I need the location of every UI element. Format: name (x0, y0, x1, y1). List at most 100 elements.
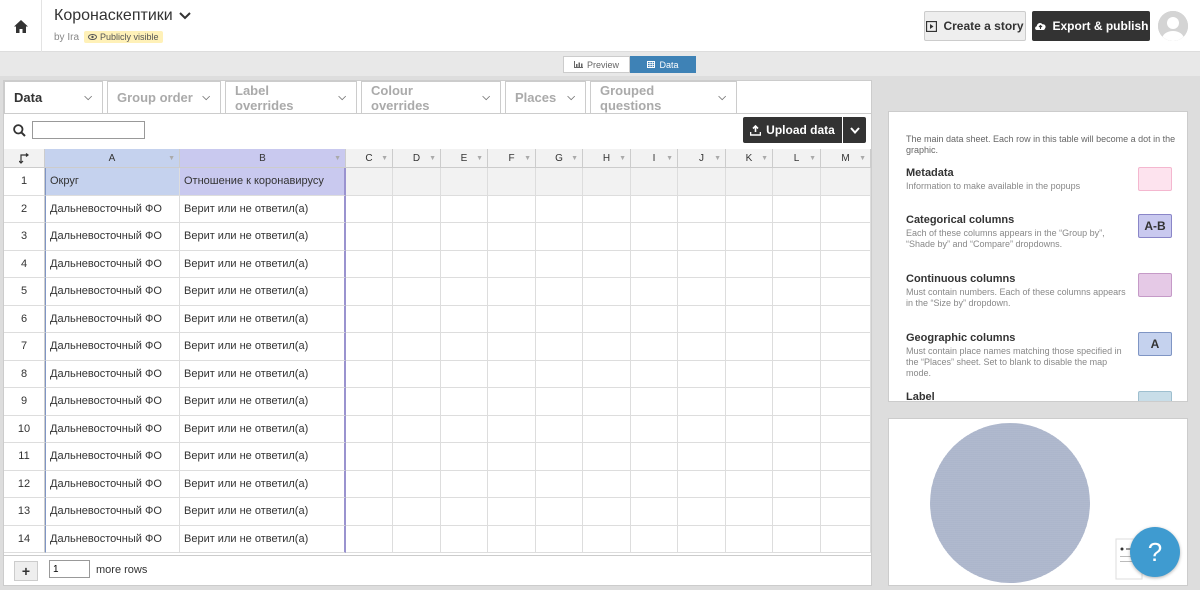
row-number[interactable]: 8 (4, 360, 45, 388)
cell-a[interactable]: Дальневосточный ФО (45, 443, 180, 471)
cell-empty[interactable] (773, 223, 821, 251)
cell-empty[interactable] (488, 195, 536, 223)
preview-toggle-button[interactable]: Preview (563, 56, 630, 73)
cell-empty[interactable] (536, 250, 583, 278)
cell-b[interactable]: Верит или не ответил(а) (180, 525, 346, 553)
cell-b[interactable]: Верит или не ответил(а) (180, 195, 346, 223)
cell-empty[interactable] (441, 388, 488, 416)
cell-empty[interactable] (536, 360, 583, 388)
cell-a[interactable]: Дальневосточный ФО (45, 498, 180, 526)
cell-empty[interactable] (583, 168, 631, 196)
cell-empty[interactable] (631, 305, 678, 333)
cell-empty[interactable] (821, 250, 871, 278)
cell-b[interactable]: Верит или не ответил(а) (180, 333, 346, 361)
cell-empty[interactable] (441, 415, 488, 443)
cell-empty[interactable] (678, 388, 726, 416)
chevron-down-icon[interactable]: ▼ (859, 155, 866, 162)
cell-empty[interactable] (726, 443, 773, 471)
cell-empty[interactable] (631, 443, 678, 471)
cell-empty[interactable] (773, 415, 821, 443)
cell-empty[interactable] (821, 470, 871, 498)
cell-empty[interactable] (678, 168, 726, 196)
row-number[interactable]: 4 (4, 250, 45, 278)
cell-b[interactable]: Верит или не ответил(а) (180, 443, 346, 471)
cell-empty[interactable] (536, 195, 583, 223)
cell-empty[interactable] (346, 470, 393, 498)
chevron-down-icon[interactable]: ▼ (714, 155, 721, 162)
column-header-b[interactable]: B ▼ (180, 149, 346, 168)
cell-empty[interactable] (678, 333, 726, 361)
cell-empty[interactable] (821, 525, 871, 553)
chevron-down-icon[interactable]: ▼ (666, 155, 673, 162)
cell-empty[interactable] (346, 278, 393, 306)
cell-empty[interactable] (346, 168, 393, 196)
cell-empty[interactable] (536, 388, 583, 416)
cell-empty[interactable] (678, 360, 726, 388)
cell-b[interactable]: Отношение к коронавирусу (180, 168, 346, 196)
row-number[interactable]: 9 (4, 388, 45, 416)
cell-empty[interactable] (536, 333, 583, 361)
cell-empty[interactable] (821, 278, 871, 306)
help-button[interactable]: ? (1130, 527, 1180, 577)
cell-empty[interactable] (346, 305, 393, 333)
cell-empty[interactable] (631, 195, 678, 223)
cell-empty[interactable] (726, 250, 773, 278)
cell-a[interactable]: Округ (45, 168, 180, 196)
cell-empty[interactable] (821, 333, 871, 361)
cell-a[interactable]: Дальневосточный ФО (45, 415, 180, 443)
row-number[interactable]: 13 (4, 498, 45, 526)
cell-empty[interactable] (441, 195, 488, 223)
row-number[interactable]: 11 (4, 443, 45, 471)
cell-a[interactable]: Дальневосточный ФО (45, 333, 180, 361)
cell-empty[interactable] (346, 333, 393, 361)
cell-empty[interactable] (678, 498, 726, 526)
cell-empty[interactable] (631, 525, 678, 553)
cell-empty[interactable] (393, 498, 441, 526)
export-publish-button[interactable]: Export & publish (1032, 11, 1150, 41)
row-number[interactable]: 7 (4, 333, 45, 361)
column-header-f[interactable]: F ▼ (488, 149, 536, 168)
row-number[interactable]: 3 (4, 223, 45, 251)
add-rows-button[interactable]: + (14, 561, 38, 581)
cell-empty[interactable] (583, 498, 631, 526)
cell-empty[interactable] (821, 168, 871, 196)
row-number[interactable]: 6 (4, 305, 45, 333)
column-header-l[interactable]: L ▼ (773, 149, 821, 168)
cell-empty[interactable] (773, 195, 821, 223)
cell-empty[interactable] (346, 360, 393, 388)
cell-empty[interactable] (583, 415, 631, 443)
column-header-h[interactable]: H ▼ (583, 149, 631, 168)
search-input[interactable] (32, 121, 145, 139)
cell-empty[interactable] (821, 360, 871, 388)
cell-empty[interactable] (536, 305, 583, 333)
cell-empty[interactable] (488, 333, 536, 361)
cell-empty[interactable] (678, 278, 726, 306)
cell-b[interactable]: Верит или не ответил(а) (180, 305, 346, 333)
cell-empty[interactable] (678, 195, 726, 223)
cell-empty[interactable] (536, 470, 583, 498)
chevron-down-icon[interactable]: ▼ (619, 155, 626, 162)
cell-empty[interactable] (393, 168, 441, 196)
cell-empty[interactable] (726, 470, 773, 498)
cell-empty[interactable] (488, 525, 536, 553)
cell-empty[interactable] (346, 223, 393, 251)
cell-a[interactable]: Дальневосточный ФО (45, 525, 180, 553)
cell-empty[interactable] (773, 278, 821, 306)
cell-empty[interactable] (441, 278, 488, 306)
cell-empty[interactable] (821, 305, 871, 333)
cell-empty[interactable] (583, 333, 631, 361)
cell-empty[interactable] (821, 415, 871, 443)
cell-empty[interactable] (393, 223, 441, 251)
cell-empty[interactable] (536, 443, 583, 471)
cell-a[interactable]: Дальневосточный ФО (45, 360, 180, 388)
cell-empty[interactable] (773, 360, 821, 388)
cell-empty[interactable] (536, 223, 583, 251)
cell-empty[interactable] (821, 388, 871, 416)
cell-empty[interactable] (441, 498, 488, 526)
cell-empty[interactable] (346, 388, 393, 416)
cell-a[interactable]: Дальневосточный ФО (45, 195, 180, 223)
column-header-j[interactable]: J ▼ (678, 149, 726, 168)
cell-empty[interactable] (631, 278, 678, 306)
cell-a[interactable]: Дальневосточный ФО (45, 223, 180, 251)
cell-empty[interactable] (393, 470, 441, 498)
